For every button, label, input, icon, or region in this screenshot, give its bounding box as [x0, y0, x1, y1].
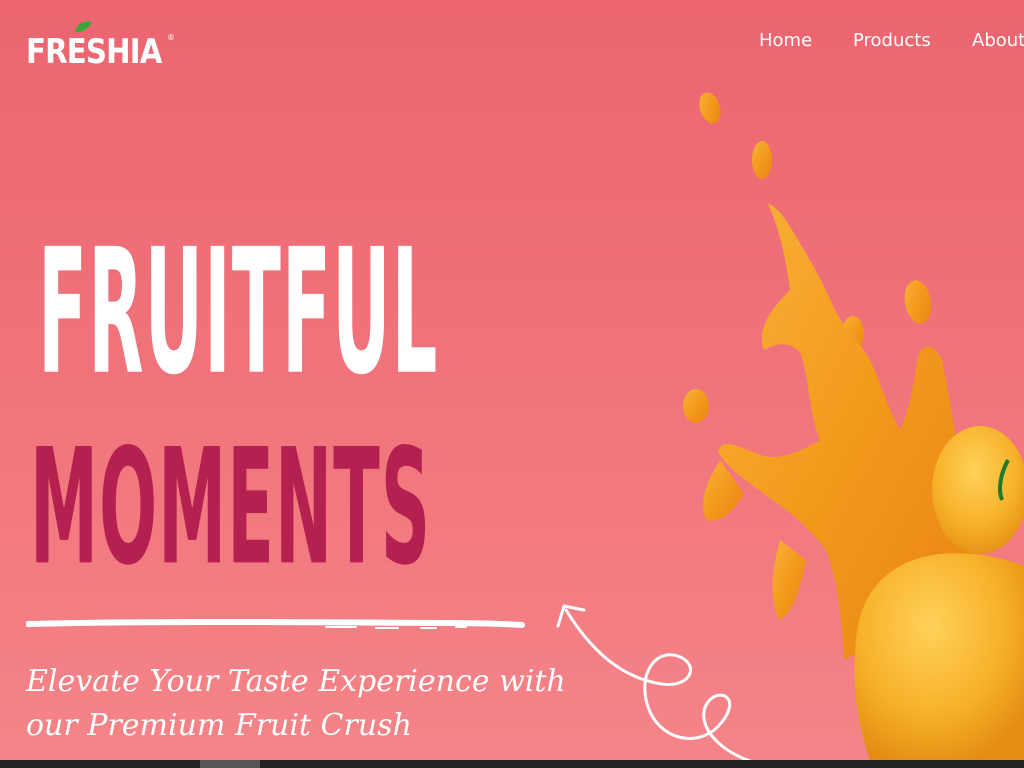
hero-title-line2: MOMENTS	[30, 414, 432, 601]
leaf-icon	[75, 21, 92, 33]
tagline-line1: Elevate Your Taste Experience with	[26, 664, 566, 699]
curly-arrow-icon	[556, 604, 784, 768]
nav-home[interactable]: Home	[759, 30, 812, 52]
hero-tagline: Elevate Your Taste Experience with our P…	[26, 660, 586, 748]
horizontal-scrollbar[interactable]	[0, 760, 1024, 768]
brand-logo[interactable]: FRESHIA ®	[26, 21, 184, 74]
nav-products[interactable]: Products	[853, 30, 931, 52]
scrollbar-thumb[interactable]	[200, 760, 260, 768]
logo-text: FRESHIA	[26, 32, 162, 72]
registered-mark: ®	[167, 33, 175, 42]
brush-divider	[26, 619, 525, 629]
hero-title-line1: FRUITFUL	[38, 210, 439, 413]
nav-about[interactable]: About	[972, 30, 1024, 52]
tagline-line2: our Premium Fruit Crush	[26, 708, 412, 743]
